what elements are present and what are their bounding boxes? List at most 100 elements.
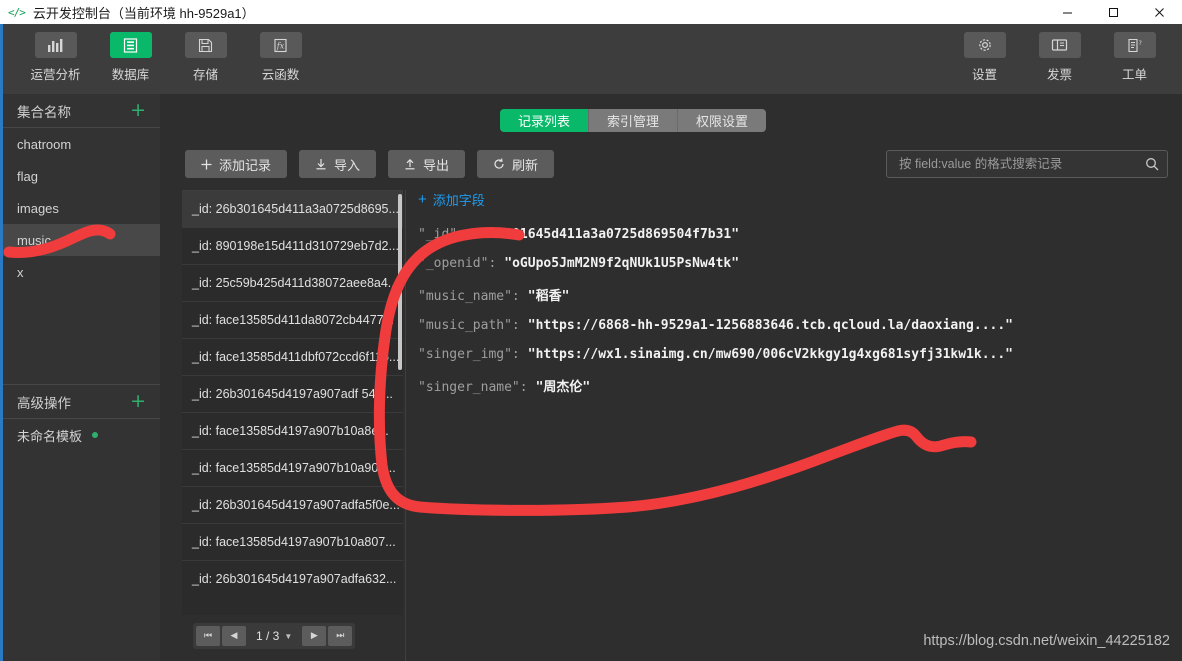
- pagination: ⏮ ◀ 1 / 3 ▼ ▶ ⏭: [193, 623, 356, 649]
- add-collection-button[interactable]: +: [130, 101, 146, 120]
- record-list-item[interactable]: _id: 25c59b425d411d38072aee8a4...: [182, 265, 403, 301]
- field-key: "_id": [418, 227, 458, 242]
- sidebar-advanced-title: 高级操作: [17, 395, 71, 411]
- field-key: "_openid": [418, 256, 489, 271]
- close-button[interactable]: [1136, 0, 1182, 24]
- field-key: "singer_img": [418, 347, 512, 362]
- ticket-question-icon: ?: [1113, 32, 1156, 58]
- upload-icon: [404, 158, 416, 170]
- last-page-button[interactable]: ⏭: [328, 626, 353, 646]
- main-content: 记录列表 索引管理 权限设置 添加记录 导入 导出 刷新 按 field:val…: [160, 94, 1182, 661]
- panel-divider: [405, 190, 406, 661]
- field-row-music-name[interactable]: "music_name" : "稻香": [418, 285, 1178, 304]
- field-row-music-path[interactable]: "music_path" : "https://6868-hh-9529a1-1…: [418, 318, 1178, 333]
- record-list-item[interactable]: _id: face13585d411da8072cb4477...: [182, 302, 403, 338]
- sidebar-collection-list: chatroom flag images music x: [3, 128, 160, 288]
- tab-permission-settings[interactable]: 权限设置: [678, 109, 767, 132]
- export-label: 导出: [423, 157, 450, 173]
- record-list-item[interactable]: _id: 890198e15d411d310729eb7d2...: [182, 228, 403, 264]
- tab-record-list[interactable]: 记录列表: [500, 109, 590, 132]
- export-button[interactable]: 导出: [388, 150, 466, 178]
- add-field-button[interactable]: + 添加字段: [418, 190, 485, 209]
- refresh-icon: [493, 158, 505, 170]
- window-controls: [1044, 0, 1182, 24]
- record-list-item[interactable]: _id: 26b301645d411a3a0725d8695...: [182, 191, 403, 227]
- record-list-item[interactable]: _id: face13585d4197a907b10a807...: [182, 524, 403, 560]
- sidebar: 集合名称 + chatroom flag images music x 高级操作…: [3, 94, 160, 661]
- code-brackets-icon: </>: [8, 5, 26, 19]
- field-value: "https://6868-hh-9529a1-1256883646.tcb.q…: [527, 318, 1014, 333]
- invoice-icon: [1038, 32, 1081, 58]
- title-bar: </> 云开发控制台（当前环境 hh-9529a1）: [0, 0, 1182, 24]
- svg-text:?: ?: [1139, 39, 1142, 47]
- maximize-button[interactable]: [1090, 0, 1136, 24]
- download-icon: [315, 158, 327, 170]
- toolbar-item-database[interactable]: 数据库: [93, 32, 168, 83]
- add-template-button[interactable]: +: [130, 392, 146, 411]
- field-row-singer-img[interactable]: "singer_img" : "https://wx1.sinaimg.cn/m…: [418, 347, 1178, 362]
- sidebar-item-chatroom[interactable]: chatroom: [3, 128, 160, 160]
- function-icon: fx: [259, 32, 302, 58]
- field-value: "稻香": [527, 289, 570, 304]
- field-row-id[interactable]: "_id" : "26b301645d411a3a0725d869504f7b3…: [418, 227, 1178, 242]
- toolbar-label-invoice: 发票: [1046, 68, 1072, 82]
- search-input[interactable]: [899, 157, 1145, 171]
- sidebar-item-template[interactable]: 未命名模板: [3, 419, 160, 451]
- sidebar-advanced-header: 高级操作 +: [3, 385, 160, 419]
- search-box[interactable]: [886, 150, 1168, 178]
- tab-index-management[interactable]: 索引管理: [589, 109, 679, 132]
- chevron-down-icon: ▼: [284, 631, 293, 641]
- toolbar-label-analytics: 运营分析: [30, 68, 81, 82]
- toolbar-left-group: 运营分析 数据库 存储 fx 云函数: [18, 32, 318, 83]
- field-row-openid[interactable]: "_openid" : "oGUpo5JmM2N9f2qNUk1U5PsNw4t…: [418, 256, 1178, 271]
- window-title: 云开发控制台（当前环境 hh-9529a1）: [32, 5, 255, 21]
- record-list-item[interactable]: _id: face13585d411dbf072ccd6f115...: [182, 339, 403, 375]
- tab-bar: 记录列表 索引管理 权限设置: [500, 109, 767, 132]
- field-colon: :: [511, 318, 520, 333]
- field-key: "singer_name": [418, 380, 520, 395]
- toolbar-item-ticket[interactable]: ? 工单: [1097, 32, 1172, 83]
- record-list-item[interactable]: _id: 26b301645d4197a907adfa632...: [182, 561, 403, 597]
- record-list[interactable]: _id: 26b301645d411a3a0725d8695... _id: 8…: [182, 190, 403, 615]
- toolbar-label-settings: 设置: [971, 68, 997, 82]
- add-record-label: 添加记录: [219, 157, 272, 173]
- toolbar-item-analytics[interactable]: 运营分析: [18, 32, 93, 83]
- refresh-label: 刷新: [512, 157, 539, 173]
- toolbar-item-invoice[interactable]: 发票: [1022, 32, 1097, 83]
- page-indicator[interactable]: 1 / 3 ▼: [248, 629, 300, 643]
- toolbar-item-storage[interactable]: 存储: [168, 32, 243, 83]
- sidebar-collections-header: 集合名称 +: [3, 94, 160, 128]
- gear-icon: [963, 32, 1006, 58]
- search-icon[interactable]: [1145, 157, 1159, 171]
- toolbar-item-settings[interactable]: 设置: [947, 32, 1022, 83]
- app-window: </> 云开发控制台（当前环境 hh-9529a1） 运营分析 数据库 存储 f…: [0, 0, 1182, 661]
- record-detail-panel: + 添加字段 "_id" : "26b301645d411a3a0725d869…: [418, 190, 1178, 409]
- record-list-item[interactable]: _id: face13585d4197a907b10a8e...: [182, 413, 403, 449]
- record-list-item[interactable]: _id: 26b301645d4197a907adf 545...: [182, 376, 403, 412]
- toolbar-label-storage: 存储: [192, 68, 218, 82]
- field-row-singer-name[interactable]: "singer_name" : "周杰伦": [418, 376, 1178, 395]
- field-value: "oGUpo5JmM2N9f2qNUk1U5PsNw4tk": [504, 256, 740, 271]
- next-page-button[interactable]: ▶: [302, 626, 327, 646]
- prev-page-button[interactable]: ◀: [222, 626, 246, 646]
- add-field-label: 添加字段: [432, 193, 485, 208]
- minimize-button[interactable]: [1044, 0, 1090, 24]
- toolbar-label-cloud-function: 云函数: [261, 68, 300, 82]
- plus-icon: +: [418, 191, 427, 208]
- toolbar-item-cloud-function[interactable]: fx 云函数: [243, 32, 318, 83]
- sidebar-item-x[interactable]: x: [3, 256, 160, 288]
- refresh-button[interactable]: 刷新: [477, 150, 555, 178]
- watermark-text: https://blog.csdn.net/weixin_44225182: [923, 633, 1170, 649]
- sidebar-item-flag[interactable]: flag: [3, 160, 160, 192]
- database-icon: [109, 32, 152, 58]
- first-page-button[interactable]: ⏮: [196, 626, 220, 646]
- add-record-button[interactable]: 添加记录: [185, 150, 288, 178]
- field-colon: :: [488, 256, 497, 271]
- record-list-item[interactable]: _id: 26b301645d4197a907adfa5f0e...: [182, 487, 403, 523]
- sidebar-item-music[interactable]: music: [3, 224, 160, 256]
- field-colon: :: [511, 289, 520, 304]
- sidebar-item-images[interactable]: images: [3, 192, 160, 224]
- import-button[interactable]: 导入: [299, 150, 377, 178]
- record-list-scrollbar[interactable]: [398, 194, 402, 370]
- record-list-item[interactable]: _id: face13585d4197a907b10a900...: [182, 450, 403, 486]
